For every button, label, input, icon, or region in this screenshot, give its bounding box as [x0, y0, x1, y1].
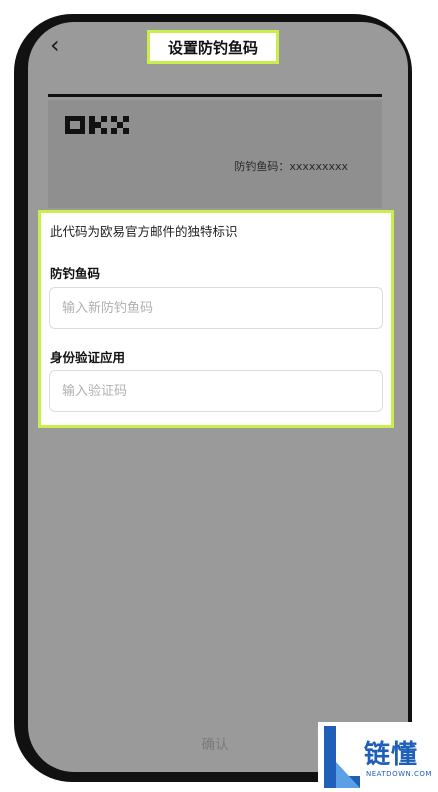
back-button[interactable]: ‹	[50, 30, 74, 60]
app-screen: ‹ 设置防钓鱼码 防钓鱼码：xxxxxxxxx 此代码为欧易官方邮件的独特标识 …	[28, 22, 408, 772]
page-title-text: 设置防钓鱼码	[167, 38, 258, 57]
okx-logo	[65, 116, 129, 134]
header-divider	[48, 94, 382, 97]
watermark-chinese-text: 链懂	[364, 740, 419, 770]
phone-side-button	[16, 172, 22, 224]
chevron-left-icon: ‹	[50, 31, 60, 59]
page-title: 设置防钓鱼码	[147, 30, 279, 64]
auth-code-input[interactable]	[49, 370, 383, 412]
watermark-english-text: NEATDOWN.COM	[366, 770, 432, 778]
anti-phishing-input[interactable]	[49, 287, 383, 329]
anti-phishing-form: 此代码为欧易官方邮件的独特标识 防钓鱼码 身份验证应用	[38, 210, 394, 428]
auth-app-label: 身份验证应用	[50, 350, 126, 365]
anti-phishing-code-preview: 防钓鱼码：xxxxxxxxx	[234, 160, 348, 173]
phone-side-button	[16, 238, 22, 290]
anti-phishing-label: 防钓鱼码	[50, 266, 101, 281]
form-intro-text: 此代码为欧易官方邮件的独特标识	[50, 224, 238, 239]
watermark-logo-icon	[324, 726, 360, 788]
email-preview-card: 防钓鱼码：xxxxxxxxx	[48, 100, 382, 208]
phone-side-button	[16, 118, 22, 146]
site-watermark: 链懂 NEATDOWN.COM	[318, 722, 438, 792]
